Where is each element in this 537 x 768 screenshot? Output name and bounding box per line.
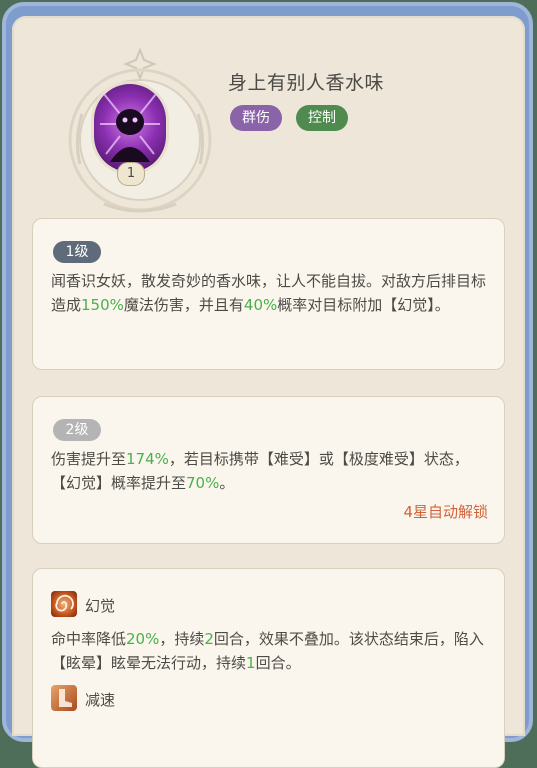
swirl-icon [51,591,77,617]
skill-icon[interactable] [94,84,166,172]
skill-level-badge: 1 [117,162,145,186]
effect-hallucination-description: 命中率降低20%，持续2回合，效果不叠加。该状态结束后，陷入【眩晕】眩晕无法行动… [51,630,484,672]
level-1-card: 1级 闻香识女妖，散发奇妙的香水味，让人不能自拔。对敌方后排目标造成150%魔法… [32,218,505,370]
tag-aoe: 群伤 [230,105,282,131]
level-2-description: 伤害提升至174%，若目标携带【难受】或【极度难受】状态，【幻觉】概率提升至70… [51,450,469,492]
boot-icon [51,685,77,711]
unlock-condition: 4星自动解锁 [403,503,488,521]
tag-control: 控制 [296,105,348,131]
effect-slow-title: 减速 [85,691,116,709]
level-1-description: 闻香识女妖，散发奇妙的香水味，让人不能自拔。对敌方后排目标造成150%魔法伤害，… [51,272,487,314]
effects-card: 幻觉 命中率降低20%，持续2回合，效果不叠加。该状态结束后，陷入【眩晕】眩晕无… [32,568,505,768]
level-1-badge: 1级 [53,241,101,263]
skill-name: 身上有别人香水味 [228,72,385,94]
skill-tags: 群伤 控制 [230,105,348,131]
effect-hallucination-title: 幻觉 [85,597,116,615]
level-2-badge: 2级 [53,419,101,441]
skill-panel: 1 身上有别人香水味 群伤 控制 1级 闻香识女妖，散发奇妙的香水味，让人不能自… [12,16,525,768]
creature-icon [100,93,160,162]
level-2-card: 2级 伤害提升至174%，若目标携带【难受】或【极度难受】状态，【幻觉】概率提升… [32,396,505,544]
